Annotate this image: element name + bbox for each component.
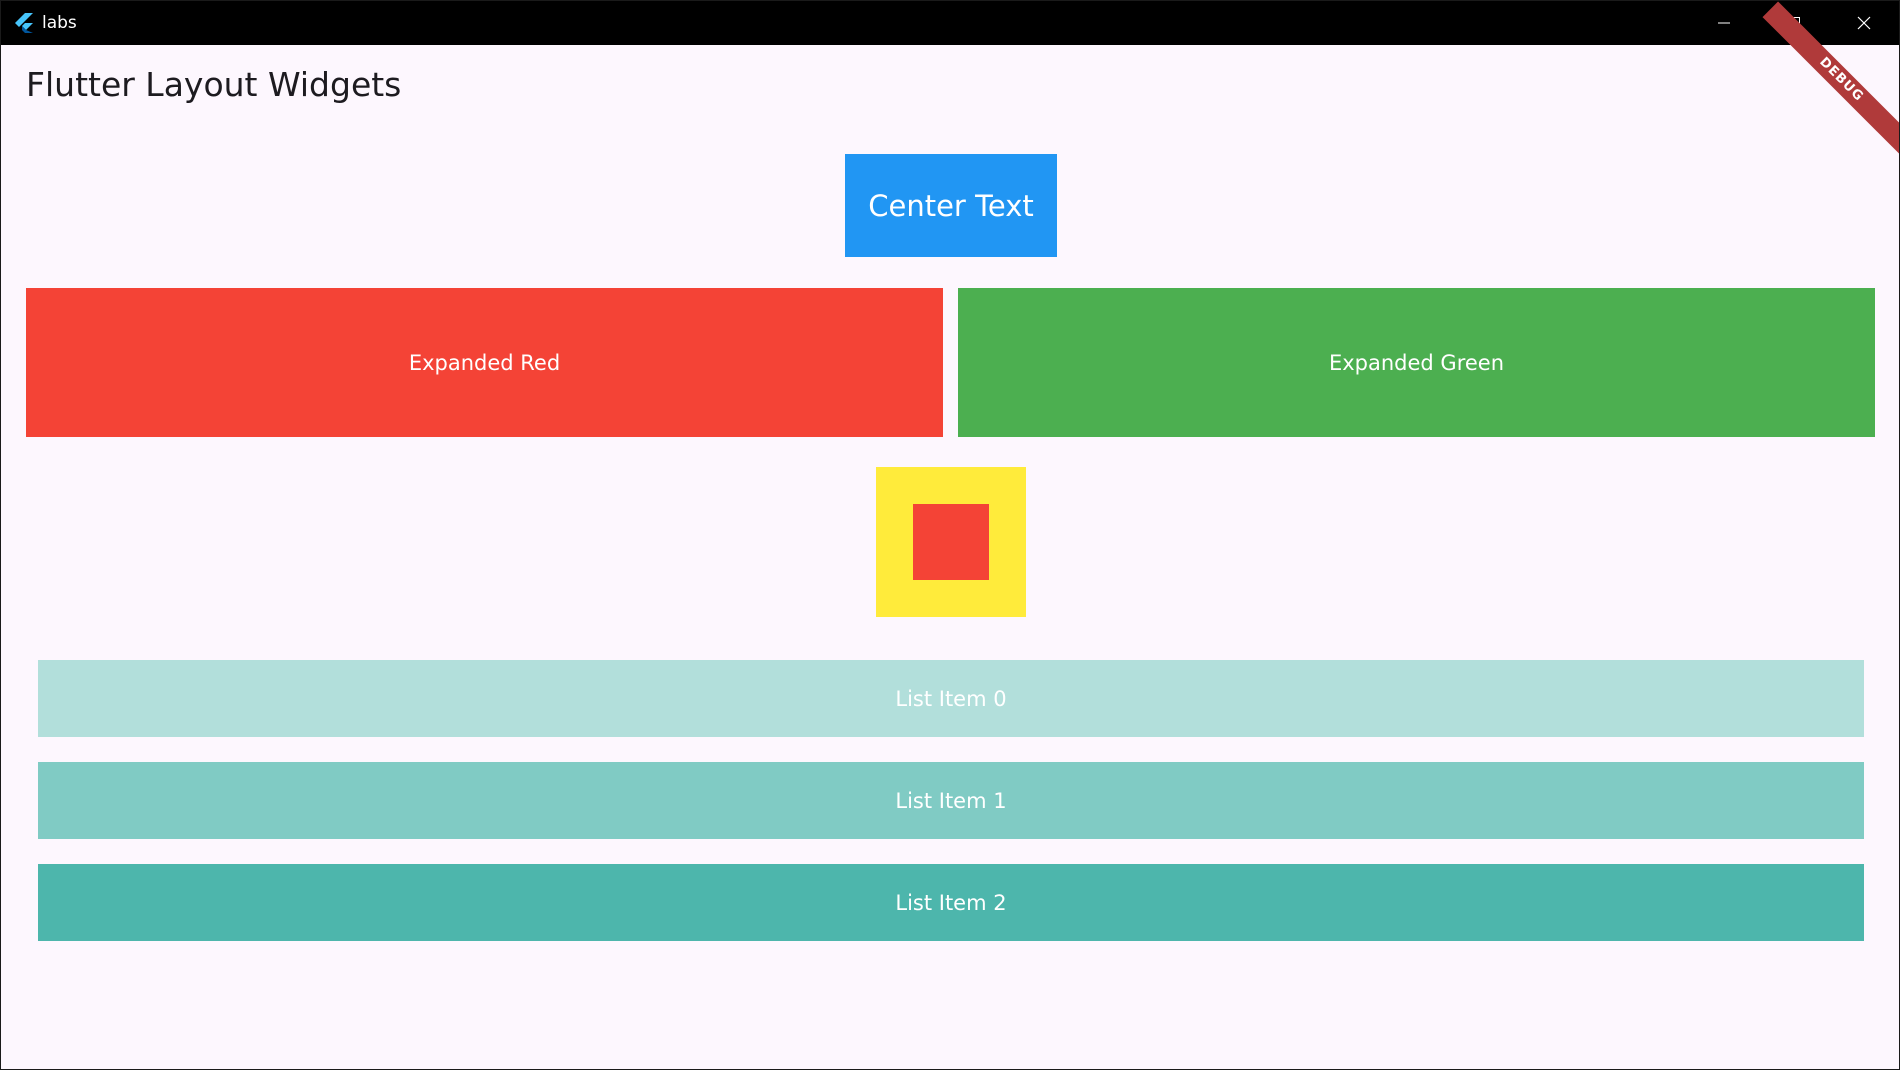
expanded-green-label: Expanded Green: [1328, 350, 1505, 375]
expanded-red-label: Expanded Red: [408, 350, 561, 375]
expanded-green-box: Expanded Green: [958, 288, 1875, 437]
minimize-button[interactable]: [1689, 1, 1759, 45]
minimize-icon: [1718, 22, 1730, 24]
close-button[interactable]: [1829, 1, 1899, 45]
app-window: labs DEBUG Flutter Layout Widgets Center…: [0, 0, 1900, 1070]
list-item-label: List Item 1: [895, 788, 1007, 813]
page-title: Flutter Layout Widgets: [26, 65, 402, 104]
center-text-label: Center Text: [868, 188, 1034, 223]
list-item-1[interactable]: List Item 1: [38, 762, 1864, 839]
expanded-red-box: Expanded Red: [26, 288, 943, 437]
close-icon: [1857, 16, 1871, 30]
inner-red-square: [913, 504, 989, 580]
list-item-label: List Item 0: [895, 686, 1007, 711]
flutter-logo-icon: [15, 13, 33, 33]
window-title: labs: [42, 13, 77, 33]
list-item-label: List Item 2: [895, 890, 1007, 915]
center-text-box: Center Text: [845, 154, 1057, 257]
list-item-2[interactable]: List Item 2: [38, 864, 1864, 941]
title-bar[interactable]: labs: [1, 1, 1899, 45]
list-item-0[interactable]: List Item 0: [38, 660, 1864, 737]
padded-yellow-container: [876, 467, 1026, 617]
